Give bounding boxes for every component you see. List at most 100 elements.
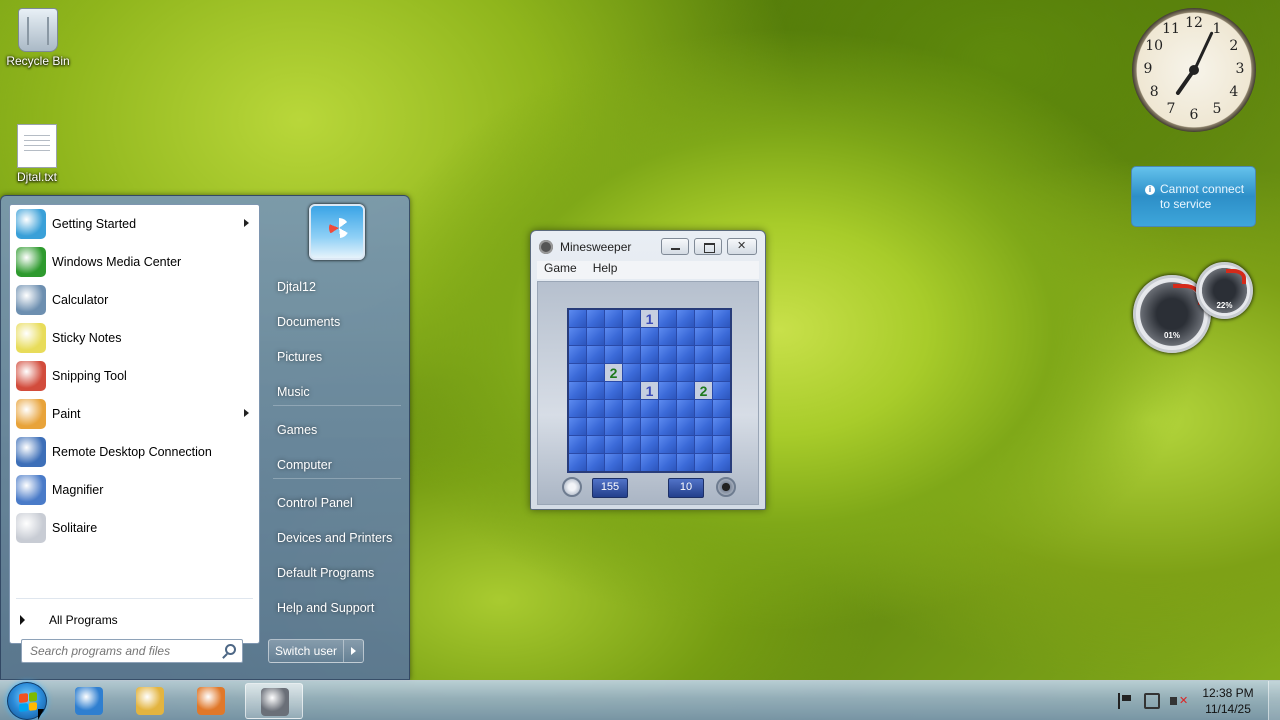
mine-cell[interactable] (623, 328, 640, 345)
minesweeper-window[interactable]: Minesweeper Game Help 1 2 1 2 155 10 (530, 230, 766, 510)
mine-cell[interactable] (623, 346, 640, 363)
mine-cell[interactable] (623, 454, 640, 471)
mine-cell[interactable] (605, 346, 622, 363)
mine-cell[interactable] (605, 310, 622, 327)
mine-cell[interactable] (659, 400, 676, 417)
taskbar-app-windows-explorer[interactable] (121, 683, 179, 719)
start-menu-link[interactable]: Games (267, 415, 407, 445)
mine-cell[interactable] (587, 310, 604, 327)
start-menu-item[interactable]: Snipping Tool (10, 357, 259, 395)
desktop-icon-djtal-txt[interactable]: Djtal.txt (1, 124, 73, 184)
mine-cell[interactable] (623, 418, 640, 435)
mine-cell[interactable] (713, 436, 730, 453)
mine-cell[interactable] (713, 346, 730, 363)
desktop-icon-recycle-bin[interactable]: Recycle Bin (2, 8, 74, 68)
mine-cell-revealed[interactable]: 1 (641, 382, 658, 399)
mine-cell[interactable] (623, 400, 640, 417)
mine-cell[interactable] (677, 310, 694, 327)
start-menu-item[interactable]: Windows Media Center (10, 243, 259, 281)
mine-cell[interactable] (569, 418, 586, 435)
mine-cell[interactable] (713, 400, 730, 417)
mine-cell[interactable] (677, 436, 694, 453)
start-menu-item[interactable]: Magnifier (10, 471, 259, 509)
taskbar-app-internet-explorer[interactable] (60, 683, 118, 719)
menu-help[interactable]: Help (593, 261, 618, 279)
start-menu-item[interactable]: Sticky Notes (10, 319, 259, 357)
mine-cell[interactable] (695, 454, 712, 471)
mine-cell[interactable] (641, 346, 658, 363)
mine-cell[interactable] (713, 364, 730, 381)
switch-user-button[interactable]: Switch user (268, 639, 364, 663)
mine-cell[interactable] (677, 454, 694, 471)
mine-cell-revealed[interactable]: 1 (641, 310, 658, 327)
mine-cell[interactable] (605, 382, 622, 399)
shutdown-options-arrow-icon[interactable] (343, 640, 363, 662)
close-button[interactable] (727, 238, 757, 255)
mine-cell[interactable] (587, 436, 604, 453)
mine-cell[interactable] (695, 400, 712, 417)
start-menu-link[interactable]: Computer (267, 450, 407, 480)
mine-cell[interactable] (569, 454, 586, 471)
start-menu-link[interactable]: Devices and Printers (267, 523, 407, 553)
mine-cell[interactable] (587, 454, 604, 471)
mine-cell[interactable] (641, 454, 658, 471)
mine-cell[interactable] (641, 328, 658, 345)
mine-cell[interactable] (659, 310, 676, 327)
mine-cell[interactable] (641, 364, 658, 381)
taskbar-clock[interactable]: 12:38 PM 11/14/25 (1198, 685, 1258, 717)
start-menu-link[interactable]: Documents (267, 307, 407, 337)
mine-cell[interactable] (695, 418, 712, 435)
mine-cell[interactable] (659, 382, 676, 399)
mine-cell[interactable] (659, 418, 676, 435)
mine-cell[interactable] (659, 328, 676, 345)
mine-cell[interactable] (605, 328, 622, 345)
mine-cell[interactable] (587, 418, 604, 435)
taskbar-app-media-player[interactable] (182, 683, 240, 719)
start-menu-link[interactable]: Djtal12 (267, 272, 407, 302)
mine-cell[interactable] (569, 436, 586, 453)
show-desktop-button[interactable] (1268, 681, 1280, 720)
mine-cell[interactable] (659, 454, 676, 471)
user-avatar[interactable] (309, 204, 365, 260)
mine-cell[interactable] (659, 346, 676, 363)
start-menu-item[interactable]: Remote Desktop Connection (10, 433, 259, 471)
mine-cell[interactable] (695, 328, 712, 345)
mine-cell[interactable] (695, 364, 712, 381)
mine-cell[interactable] (677, 346, 694, 363)
mine-cell[interactable] (713, 418, 730, 435)
mine-cell[interactable] (605, 436, 622, 453)
mine-cell[interactable] (713, 454, 730, 471)
mine-cell[interactable] (641, 400, 658, 417)
mine-cell[interactable] (623, 436, 640, 453)
mine-cell[interactable] (587, 400, 604, 417)
mine-cell[interactable] (623, 382, 640, 399)
start-menu-link[interactable]: Default Programs (267, 558, 407, 588)
mine-cell[interactable] (587, 346, 604, 363)
submenu-arrow-icon[interactable] (244, 409, 249, 417)
start-menu-item[interactable]: Getting Started (10, 205, 259, 243)
mine-cell[interactable] (695, 310, 712, 327)
start-menu-link[interactable]: Help and Support (267, 593, 407, 623)
action-center-flag-icon[interactable] (1118, 693, 1134, 709)
mine-cell[interactable] (587, 364, 604, 381)
volume-muted-icon[interactable]: ✕ (1170, 693, 1188, 709)
mine-cell[interactable] (695, 436, 712, 453)
mine-cell[interactable] (569, 346, 586, 363)
mine-cell[interactable] (569, 400, 586, 417)
mine-cell[interactable] (713, 328, 730, 345)
network-icon[interactable] (1144, 693, 1160, 709)
minimize-button[interactable] (661, 238, 689, 255)
mine-cell[interactable] (659, 364, 676, 381)
search-box[interactable] (21, 639, 243, 663)
mine-cell[interactable] (587, 328, 604, 345)
mine-cell[interactable] (677, 382, 694, 399)
mine-cell[interactable] (623, 310, 640, 327)
taskbar-app-minesweeper[interactable] (245, 683, 303, 719)
all-programs-button[interactable]: All Programs (10, 605, 259, 635)
mine-cell[interactable] (677, 400, 694, 417)
mine-cell-revealed[interactable]: 2 (695, 382, 712, 399)
mine-cell[interactable] (587, 382, 604, 399)
start-menu-link[interactable]: Control Panel (267, 488, 407, 518)
start-menu-item[interactable]: Calculator (10, 281, 259, 319)
mine-cell[interactable] (641, 436, 658, 453)
